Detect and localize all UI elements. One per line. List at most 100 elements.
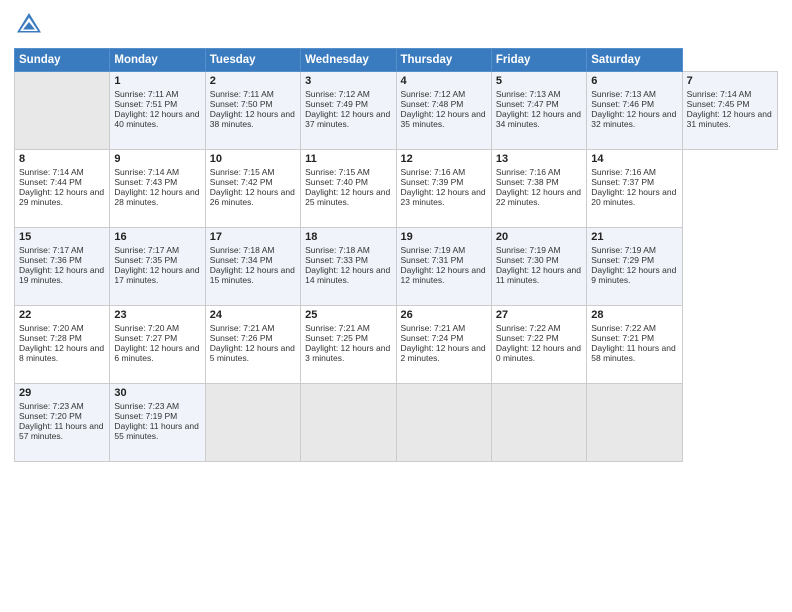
sunrise-text: Sunrise: 7:23 AM <box>19 401 105 411</box>
day-cell: 23 Sunrise: 7:20 AMSunset: 7:27 PMDayligh… <box>110 306 205 384</box>
sunset-text: Sunset: 7:44 PM <box>19 177 105 187</box>
sunrise-text: Sunrise: 7:13 AM <box>496 89 582 99</box>
sunrise-text: Sunrise: 7:18 AM <box>305 245 391 255</box>
daylight-text: Daylight: 12 hours and 32 minutes. <box>591 109 677 129</box>
sunset-text: Sunset: 7:42 PM <box>210 177 296 187</box>
sunset-text: Sunset: 7:33 PM <box>305 255 391 265</box>
daylight-text: Daylight: 12 hours and 35 minutes. <box>401 109 487 129</box>
header-cell-friday: Friday <box>491 49 586 72</box>
header-row: SundayMondayTuesdayWednesdayThursdayFrid… <box>15 49 778 72</box>
sunrise-text: Sunrise: 7:20 AM <box>114 323 200 333</box>
day-number: 23 <box>114 309 200 321</box>
sunrise-text: Sunrise: 7:21 AM <box>210 323 296 333</box>
sunset-text: Sunset: 7:21 PM <box>591 333 677 343</box>
day-number: 5 <box>496 75 582 87</box>
daylight-text: Daylight: 12 hours and 6 minutes. <box>114 343 200 363</box>
sunset-text: Sunset: 7:27 PM <box>114 333 200 343</box>
week-row-3: 22Sunrise: 7:20 AMSunset: 7:28 PMDayligh… <box>15 306 778 384</box>
day-cell <box>205 384 300 462</box>
sunset-text: Sunset: 7:46 PM <box>591 99 677 109</box>
sunrise-text: Sunrise: 7:21 AM <box>401 323 487 333</box>
sunrise-text: Sunrise: 7:18 AM <box>210 245 296 255</box>
daylight-text: Daylight: 12 hours and 11 minutes. <box>496 265 582 285</box>
daylight-text: Daylight: 12 hours and 19 minutes. <box>19 265 105 285</box>
day-cell: 29Sunrise: 7:23 AMSunset: 7:20 PMDayligh… <box>15 384 110 462</box>
sunrise-text: Sunrise: 7:23 AM <box>114 401 200 411</box>
daylight-text: Daylight: 12 hours and 29 minutes. <box>19 187 105 207</box>
daylight-text: Daylight: 12 hours and 9 minutes. <box>591 265 677 285</box>
daylight-text: Daylight: 12 hours and 31 minutes. <box>687 109 773 129</box>
day-cell: 17Sunrise: 7:18 AMSunset: 7:34 PMDayligh… <box>205 228 300 306</box>
day-number: 30 <box>114 387 200 399</box>
sunrise-text: Sunrise: 7:17 AM <box>114 245 200 255</box>
sunrise-text: Sunrise: 7:20 AM <box>19 323 105 333</box>
day-cell: 11Sunrise: 7:15 AMSunset: 7:40 PMDayligh… <box>301 150 396 228</box>
day-cell: 9Sunrise: 7:14 AMSunset: 7:43 PMDaylight… <box>110 150 205 228</box>
header <box>14 10 778 40</box>
sunrise-text: Sunrise: 7:12 AM <box>401 89 487 99</box>
day-number: 20 <box>496 231 582 243</box>
day-cell: 13Sunrise: 7:16 AMSunset: 7:38 PMDayligh… <box>491 150 586 228</box>
sunset-text: Sunset: 7:36 PM <box>19 255 105 265</box>
day-cell: 25Sunrise: 7:21 AMSunset: 7:25 PMDayligh… <box>301 306 396 384</box>
day-cell: 2Sunrise: 7:11 AMSunset: 7:50 PMDaylight… <box>205 72 300 150</box>
day-cell: 12Sunrise: 7:16 AMSunset: 7:39 PMDayligh… <box>396 150 491 228</box>
sunrise-text: Sunrise: 7:15 AM <box>305 167 391 177</box>
day-cell: 10Sunrise: 7:15 AMSunset: 7:42 PMDayligh… <box>205 150 300 228</box>
day-cell: 18 Sunrise: 7:18 AMSunset: 7:33 PMDayligh… <box>301 228 396 306</box>
daylight-text: Daylight: 12 hours and 23 minutes. <box>401 187 487 207</box>
day-cell: 28Sunrise: 7:22 AMSunset: 7:21 PMDayligh… <box>587 306 682 384</box>
week-row-4: 29Sunrise: 7:23 AMSunset: 7:20 PMDayligh… <box>15 384 778 462</box>
day-number: 18 <box>305 231 391 243</box>
day-number: 10 <box>210 153 296 165</box>
sunset-text: Sunset: 7:24 PM <box>401 333 487 343</box>
sunset-text: Sunset: 7:45 PM <box>687 99 773 109</box>
sunset-text: Sunset: 7:31 PM <box>401 255 487 265</box>
sunset-text: Sunset: 7:22 PM <box>496 333 582 343</box>
day-number: 9 <box>114 153 200 165</box>
sunset-text: Sunset: 7:35 PM <box>114 255 200 265</box>
day-number: 21 <box>591 231 677 243</box>
sunset-text: Sunset: 7:29 PM <box>591 255 677 265</box>
day-number: 16 <box>114 231 200 243</box>
daylight-text: Daylight: 12 hours and 14 minutes. <box>305 265 391 285</box>
sunrise-text: Sunrise: 7:14 AM <box>687 89 773 99</box>
day-cell: 27Sunrise: 7:22 AMSunset: 7:22 PMDayligh… <box>491 306 586 384</box>
header-cell-monday: Monday <box>110 49 205 72</box>
day-number: 7 <box>687 75 773 87</box>
week-row-1: 8Sunrise: 7:14 AMSunset: 7:44 PMDaylight… <box>15 150 778 228</box>
sunrise-text: Sunrise: 7:15 AM <box>210 167 296 177</box>
day-cell <box>491 384 586 462</box>
sunrise-text: Sunrise: 7:14 AM <box>19 167 105 177</box>
sunset-text: Sunset: 7:25 PM <box>305 333 391 343</box>
week-row-2: 15Sunrise: 7:17 AMSunset: 7:36 PMDayligh… <box>15 228 778 306</box>
day-number: 8 <box>19 153 105 165</box>
sunrise-text: Sunrise: 7:17 AM <box>19 245 105 255</box>
daylight-text: Daylight: 12 hours and 34 minutes. <box>496 109 582 129</box>
daylight-text: Daylight: 12 hours and 15 minutes. <box>210 265 296 285</box>
day-number: 14 <box>591 153 677 165</box>
sunrise-text: Sunrise: 7:16 AM <box>496 167 582 177</box>
day-cell: 26Sunrise: 7:21 AMSunset: 7:24 PMDayligh… <box>396 306 491 384</box>
day-number: 13 <box>496 153 582 165</box>
day-number: 24 <box>210 309 296 321</box>
day-cell: 16Sunrise: 7:17 AMSunset: 7:35 PMDayligh… <box>110 228 205 306</box>
calendar-table: SundayMondayTuesdayWednesdayThursdayFrid… <box>14 48 778 462</box>
day-cell: 4Sunrise: 7:12 AMSunset: 7:48 PMDaylight… <box>396 72 491 150</box>
sunset-text: Sunset: 7:49 PM <box>305 99 391 109</box>
empty-cell <box>15 72 110 150</box>
daylight-text: Daylight: 11 hours and 58 minutes. <box>591 343 677 363</box>
daylight-text: Daylight: 12 hours and 3 minutes. <box>305 343 391 363</box>
day-cell: 7 Sunrise: 7:14 AMSunset: 7:45 PMDaylight… <box>682 72 777 150</box>
sunset-text: Sunset: 7:39 PM <box>401 177 487 187</box>
sunrise-text: Sunrise: 7:12 AM <box>305 89 391 99</box>
day-number: 3 <box>305 75 391 87</box>
daylight-text: Daylight: 12 hours and 20 minutes. <box>591 187 677 207</box>
daylight-text: Daylight: 12 hours and 22 minutes. <box>496 187 582 207</box>
week-row-0: 1Sunrise: 7:11 AMSunset: 7:51 PMDaylight… <box>15 72 778 150</box>
day-number: 1 <box>114 75 200 87</box>
logo <box>14 10 48 40</box>
sunset-text: Sunset: 7:43 PM <box>114 177 200 187</box>
sunrise-text: Sunrise: 7:16 AM <box>591 167 677 177</box>
day-number: 15 <box>19 231 105 243</box>
